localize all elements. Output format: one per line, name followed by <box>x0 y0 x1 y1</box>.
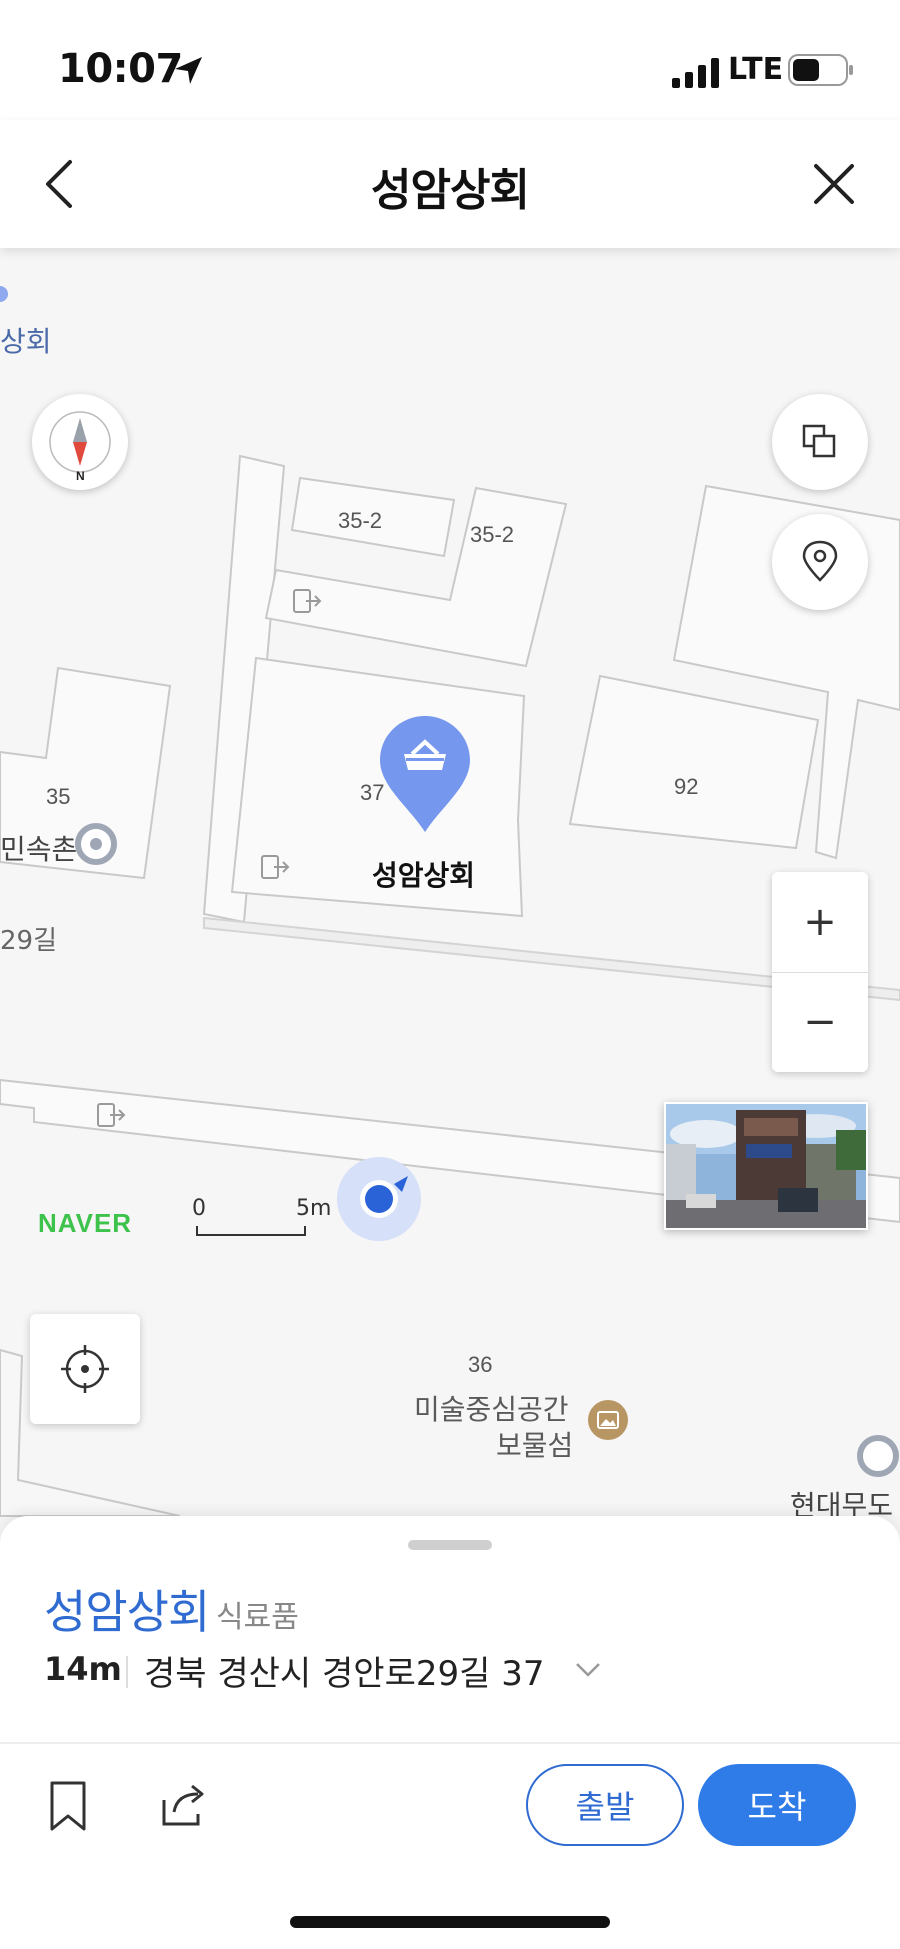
status-bar: 10:07 LTE <box>0 0 900 120</box>
building-number: 35-2 <box>470 522 515 547</box>
battery-icon <box>788 54 853 86</box>
map-pin-icon <box>802 540 838 582</box>
network-type: LTE <box>728 52 784 87</box>
layers-button[interactable] <box>772 394 868 490</box>
chevron-down-icon[interactable] <box>574 1660 602 1680</box>
gallery-icon <box>588 1400 628 1440</box>
selected-place-label[interactable]: 성암상회 <box>372 854 475 894</box>
bookmark-icon[interactable] <box>48 1780 88 1832</box>
layers-icon <box>802 424 836 458</box>
close-icon[interactable] <box>810 160 858 208</box>
map-poi-label[interactable]: 민속촌 <box>0 828 77 868</box>
divider <box>0 1742 900 1744</box>
nav-header: 성암상회 <box>0 120 900 248</box>
share-icon[interactable] <box>158 1782 208 1828</box>
status-time: 10:07 <box>58 46 183 92</box>
place-name[interactable]: 성암상회 <box>44 1576 210 1642</box>
sheet-handle[interactable] <box>408 1540 492 1550</box>
building-number: 35 <box>46 784 71 809</box>
street-view-thumbnail[interactable] <box>664 1102 868 1230</box>
compass-icon: N <box>49 411 111 482</box>
building-number: 35-2 <box>338 508 383 533</box>
building-number: 92 <box>674 774 699 799</box>
svg-text:N: N <box>76 469 85 482</box>
zoom-control: + − <box>772 872 868 1072</box>
map-view[interactable]: 35-2 35-2 35 37 92 36 상회 민속촌 29길 성암상회 미술… <box>0 248 900 1538</box>
page-title: 성암상회 <box>371 165 530 216</box>
map-poi-label[interactable]: 상회 <box>0 320 52 360</box>
place-address[interactable]: 경북 경산시 경안로29길 37 <box>144 1646 544 1695</box>
depart-button[interactable]: 출발 <box>526 1764 684 1846</box>
crosshair-icon <box>61 1345 109 1393</box>
current-location-icon <box>337 1157 421 1241</box>
place-category: 식료품 <box>216 1600 299 1635</box>
separator <box>126 1656 128 1688</box>
map-poi-label[interactable]: 보물섬 <box>496 1424 573 1464</box>
home-indicator <box>290 1916 610 1928</box>
compass-button[interactable]: N <box>32 394 128 490</box>
scale-bar <box>196 1226 306 1236</box>
building-number: 36 <box>468 1352 493 1377</box>
shopping-basket-pin-icon[interactable] <box>378 714 472 836</box>
arrive-button[interactable]: 도착 <box>698 1764 856 1846</box>
road-label: 29길 <box>0 926 58 956</box>
scale-end-label: 5m <box>296 1196 332 1221</box>
map-pin-button[interactable] <box>772 514 868 610</box>
scale-start-label: 0 <box>192 1196 206 1221</box>
location-arrow-icon <box>175 57 202 84</box>
place-info-sheet[interactable]: 성암상회 식료품 14m 경북 경산시 경안로29길 37 출발 도착 <box>0 1516 900 1949</box>
zoom-out-button[interactable]: − <box>772 972 868 1072</box>
street-view-image <box>666 1104 866 1228</box>
zoom-in-button[interactable]: + <box>772 872 868 972</box>
my-location-button[interactable] <box>30 1314 140 1424</box>
place-distance: 14m <box>44 1650 122 1688</box>
naver-logo: NAVER <box>38 1208 133 1238</box>
map-poi-label[interactable]: 미술중심공간 <box>414 1388 569 1428</box>
signal-icon <box>672 58 719 88</box>
